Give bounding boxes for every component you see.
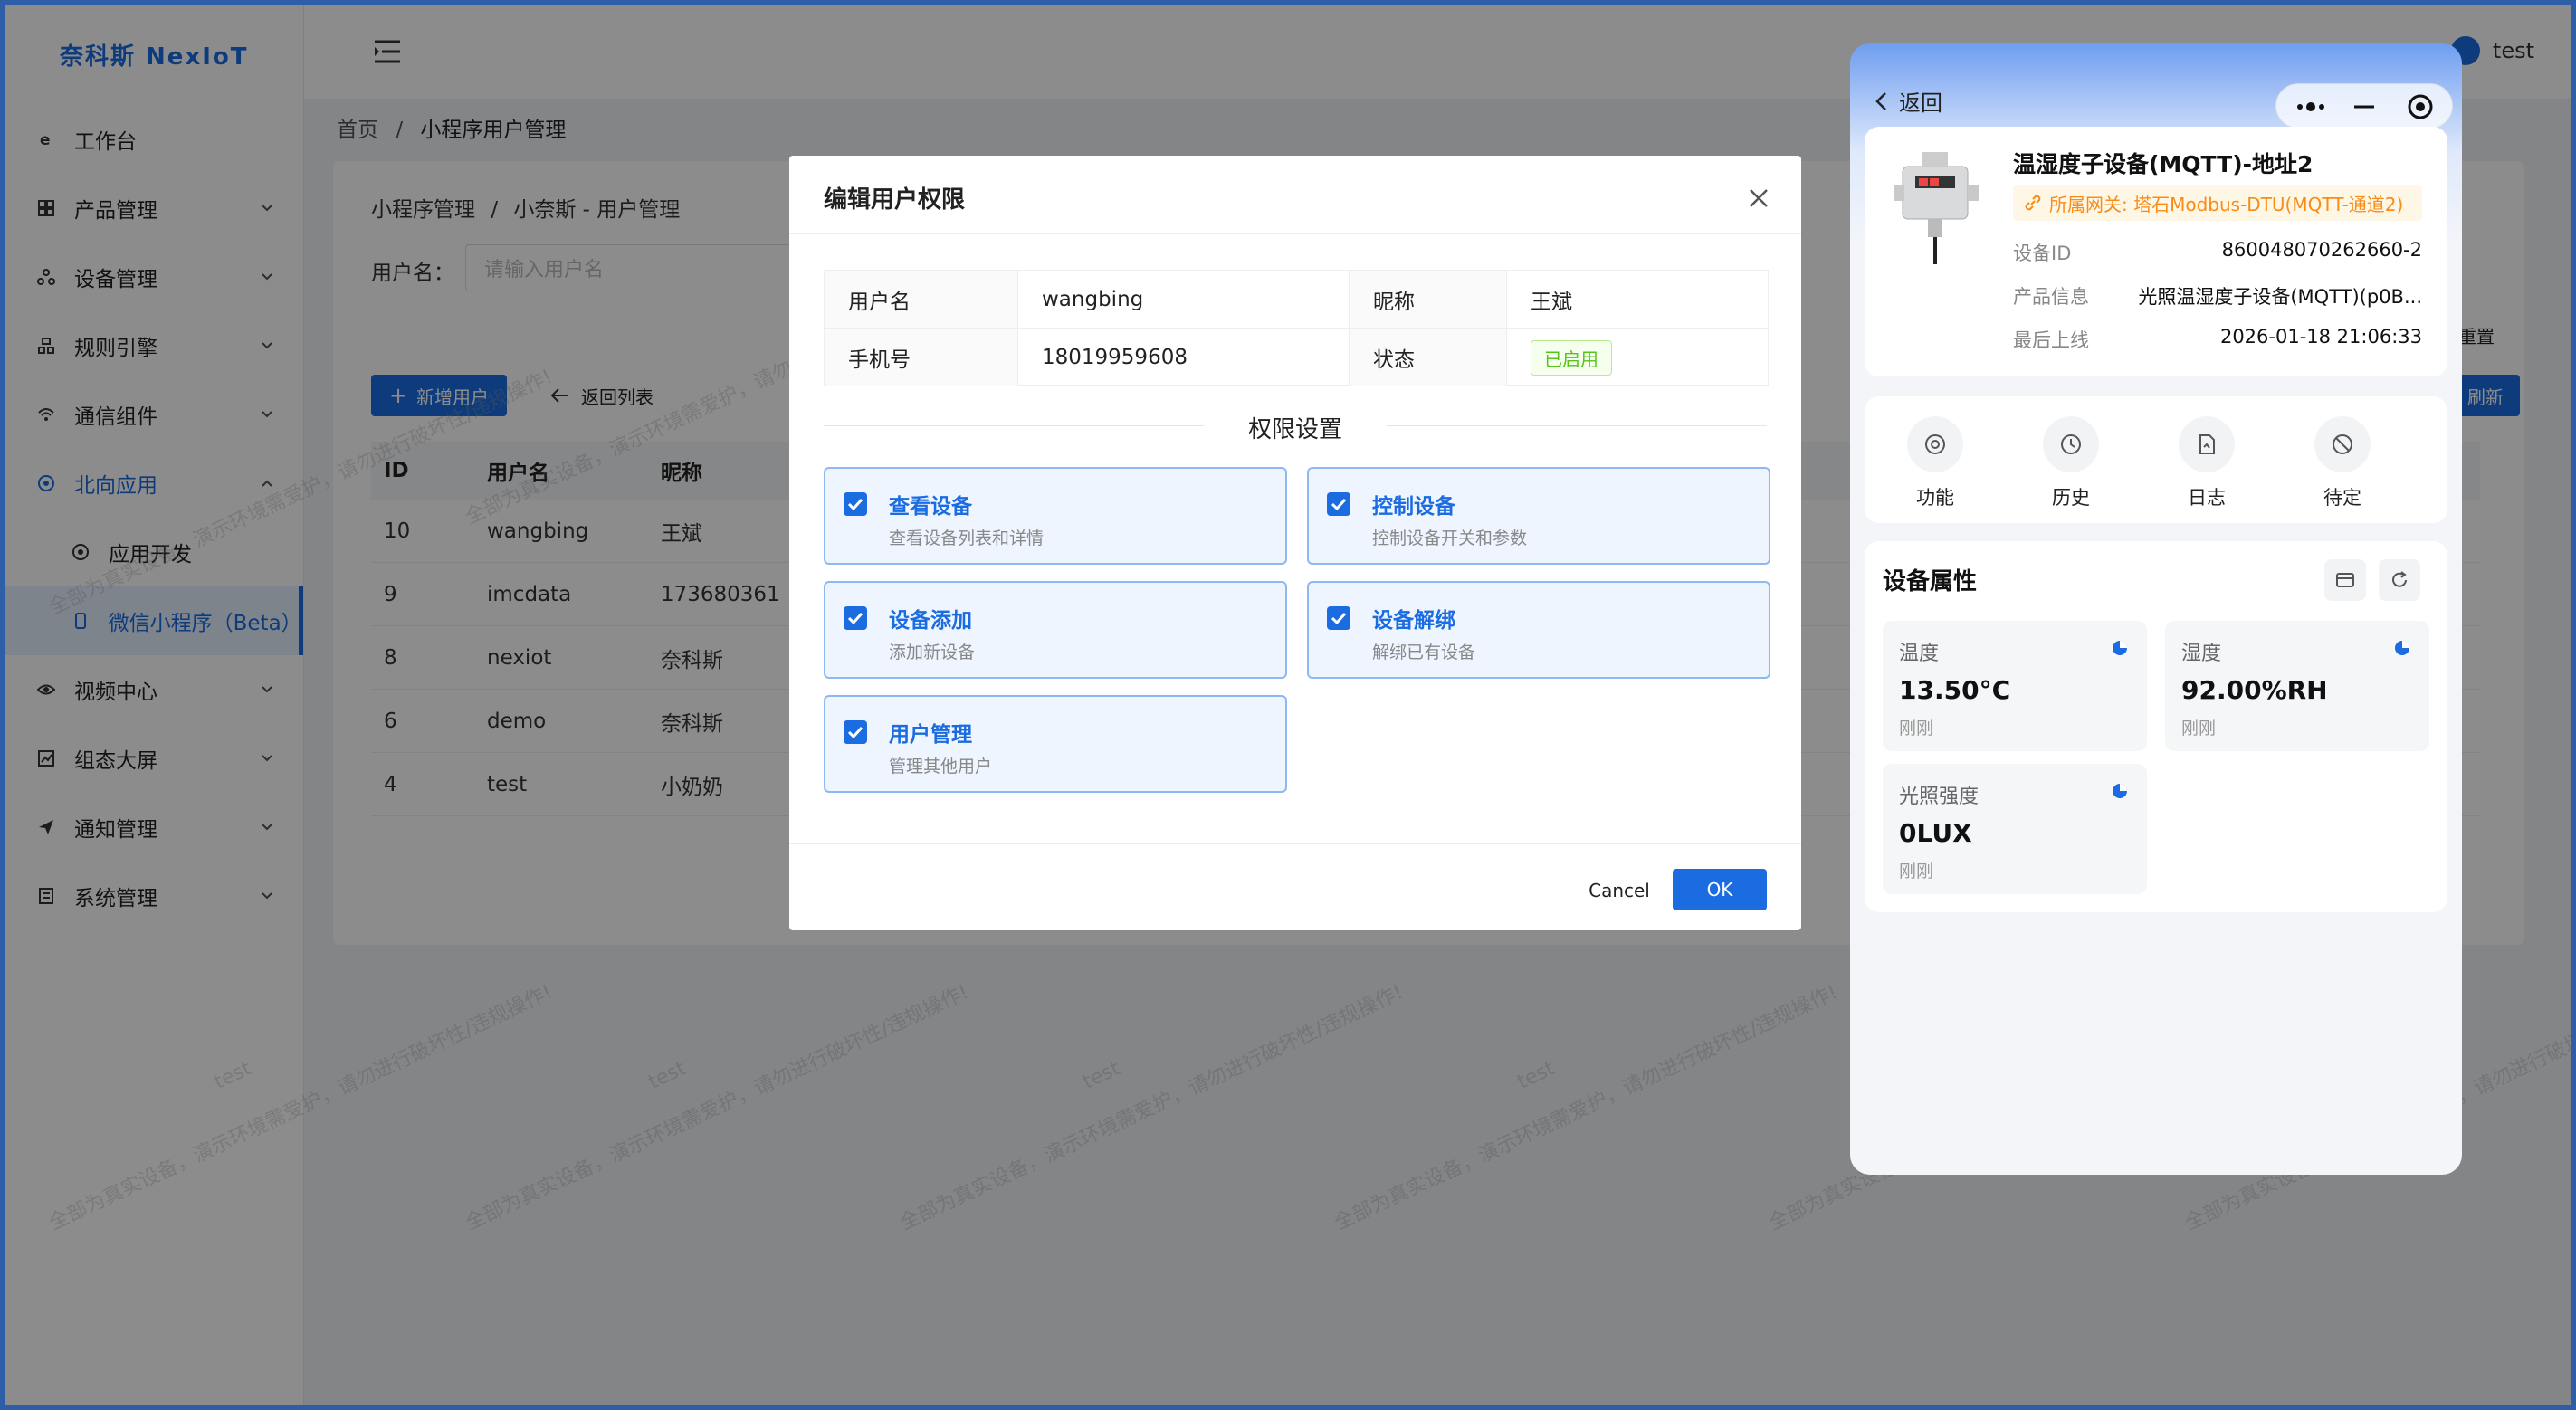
username-label: 用户名 [825,271,1018,328]
property-time: 刚刚 [1899,862,1934,881]
back-button[interactable]: 返回 [1874,85,1942,117]
permission-control-device[interactable]: 控制设备 控制设备开关和参数 [1307,467,1770,565]
property-name: 温度 [1899,643,1940,665]
sensor-device-image [1894,152,1979,264]
username-value: wangbing [1018,271,1350,328]
refresh-icon [2392,571,2407,587]
divider [789,843,1801,844]
checkbox-checked-icon[interactable] [844,606,867,630]
action-label: 功能 [1916,487,1954,509]
minimize-icon[interactable] [2352,97,2376,117]
gateway-text: 所属网关: 塔石Modbus-DTU(MQTT-通道2) [2049,193,2404,215]
device-properties-card: 设备属性 温度 13.50°C 刚刚 湿度 92.00%RH 刚刚 光照强度 0… [1865,541,2447,912]
info-row: 手机号 18019959608 状态 已启用 [825,329,1768,386]
property-value: 13.50°C [1899,675,2011,705]
link-icon [2025,195,2041,211]
permission-desc: 控制设备开关和参数 [1372,529,1528,548]
permission-desc: 添加新设备 [889,643,976,662]
status-cell: 已启用 [1507,329,1768,386]
close-icon[interactable] [1745,185,1772,212]
refresh-props-button[interactable] [2379,559,2420,601]
action-pending[interactable]: 待定 [2297,416,2388,510]
product-row: 产品信息 光照温湿度子设备(MQTT)(p0B... [2013,282,2422,310]
permission-view-device[interactable]: 查看设备 查看设备列表和详情 [824,467,1287,565]
checkbox-checked-icon[interactable] [844,720,867,744]
nickname-label: 昵称 [1350,271,1507,328]
status-badge: 已启用 [1531,339,1612,376]
permission-add-device[interactable]: 设备添加 添加新设备 [824,581,1287,679]
property-value: 92.00%RH [2181,675,2328,705]
property-illuminance[interactable]: 光照强度 0LUX 刚刚 [1883,764,2147,894]
last-online-value: 2026-01-18 21:06:33 [2219,326,2422,348]
last-online-label: 最后上线 [2013,329,2089,351]
permission-name: 设备解绑 [1372,609,1455,633]
property-time: 刚刚 [1899,719,1934,738]
function-icon [1907,416,1963,472]
chevron-left-icon [1875,91,1886,110]
ok-button[interactable]: OK [1673,869,1767,910]
permission-desc: 解绑已有设备 [1372,643,1476,662]
property-time: 刚刚 [2181,719,2217,738]
action-function[interactable]: 功能 [1890,416,1980,510]
permission-name: 用户管理 [889,723,972,747]
action-label: 历史 [2052,487,2090,509]
action-label: 待定 [2323,487,2361,509]
action-history[interactable]: 历史 [2026,416,2116,510]
property-name: 光照强度 [1899,786,1980,808]
permission-name: 查看设备 [889,495,972,519]
back-label: 返回 [1899,91,1942,116]
close-target-icon[interactable] [2407,93,2434,120]
history-icon [2043,416,2099,472]
action-label: 日志 [2188,487,2226,509]
phone-value: 18019959608 [1018,329,1350,386]
card-view-icon [2336,573,2354,587]
more-icon[interactable] [2295,97,2331,117]
checkbox-checked-icon[interactable] [1327,492,1350,516]
permission-section-title: 权限设置 [1247,416,1342,443]
property-name: 湿度 [2181,643,2222,665]
property-value: 0LUX [1899,818,1972,848]
log-icon [2179,416,2235,472]
property-temperature[interactable]: 温度 13.50°C 刚刚 [1883,621,2147,751]
permission-name: 设备添加 [889,609,972,633]
properties-title: 设备属性 [1883,568,1978,595]
product-label: 产品信息 [2013,286,2089,308]
product-value: 光照温湿度子设备(MQTT)(p0B... [2138,286,2422,308]
gateway-tag[interactable]: 所属网关: 塔石Modbus-DTU(MQTT-通道2) [2013,185,2422,221]
permission-user-manage[interactable]: 用户管理 管理其他用户 [824,695,1287,793]
mini-program-capsule [2275,83,2453,129]
modal-title: 编辑用户权限 [824,186,966,214]
device-title: 温湿度子设备(MQTT)-地址2 [2013,151,2314,177]
phone-label: 手机号 [825,329,1018,386]
device-actions-card: 功能 历史 日志 待定 [1865,396,2447,523]
pie-chart-icon[interactable] [2393,639,2411,657]
permission-unbind-device[interactable]: 设备解绑 解绑已有设备 [1307,581,1770,679]
property-humidity[interactable]: 湿度 92.00%RH 刚刚 [2165,621,2429,751]
stop-icon [2314,416,2371,472]
cancel-button[interactable]: Cancel [1579,871,1660,910]
pie-chart-icon[interactable] [2111,782,2129,800]
edit-permission-modal: 编辑用户权限 用户名 wangbing 昵称 王斌 手机号 1801995960… [789,156,1801,930]
device-id-value: 860048070262660-2 [2221,239,2422,261]
mini-program-preview: 返回 温湿度子设备(MQTT)-地址2 所属网关: 塔石Modbus-DTU(M… [1850,43,2462,1175]
permission-desc: 查看设备列表和详情 [889,529,1045,548]
device-info-card: 温湿度子设备(MQTT)-地址2 所属网关: 塔石Modbus-DTU(MQTT… [1865,127,2447,376]
divider [789,233,1801,234]
checkbox-checked-icon[interactable] [844,492,867,516]
device-id-label: 设备ID [2013,243,2072,264]
action-log[interactable]: 日志 [2161,416,2252,510]
last-online-row: 最后上线 2026-01-18 21:06:33 [2013,326,2422,353]
permission-desc: 管理其他用户 [889,757,993,776]
device-id-row: 设备ID 860048070262660-2 [2013,239,2422,266]
card-view-button[interactable] [2324,559,2366,601]
app-window: 奈科斯 NexIoT e 工作台 产品管理 设备管理 规则引擎 通信组件 北向应… [5,5,2571,1405]
pie-chart-icon[interactable] [2111,639,2129,657]
user-info-table: 用户名 wangbing 昵称 王斌 手机号 18019959608 状态 已启… [824,270,1769,386]
info-row: 用户名 wangbing 昵称 王斌 [825,271,1768,329]
permission-name: 控制设备 [1372,495,1455,519]
nickname-value: 王斌 [1531,290,1572,314]
status-label: 状态 [1350,329,1507,386]
checkbox-checked-icon[interactable] [1327,606,1350,630]
